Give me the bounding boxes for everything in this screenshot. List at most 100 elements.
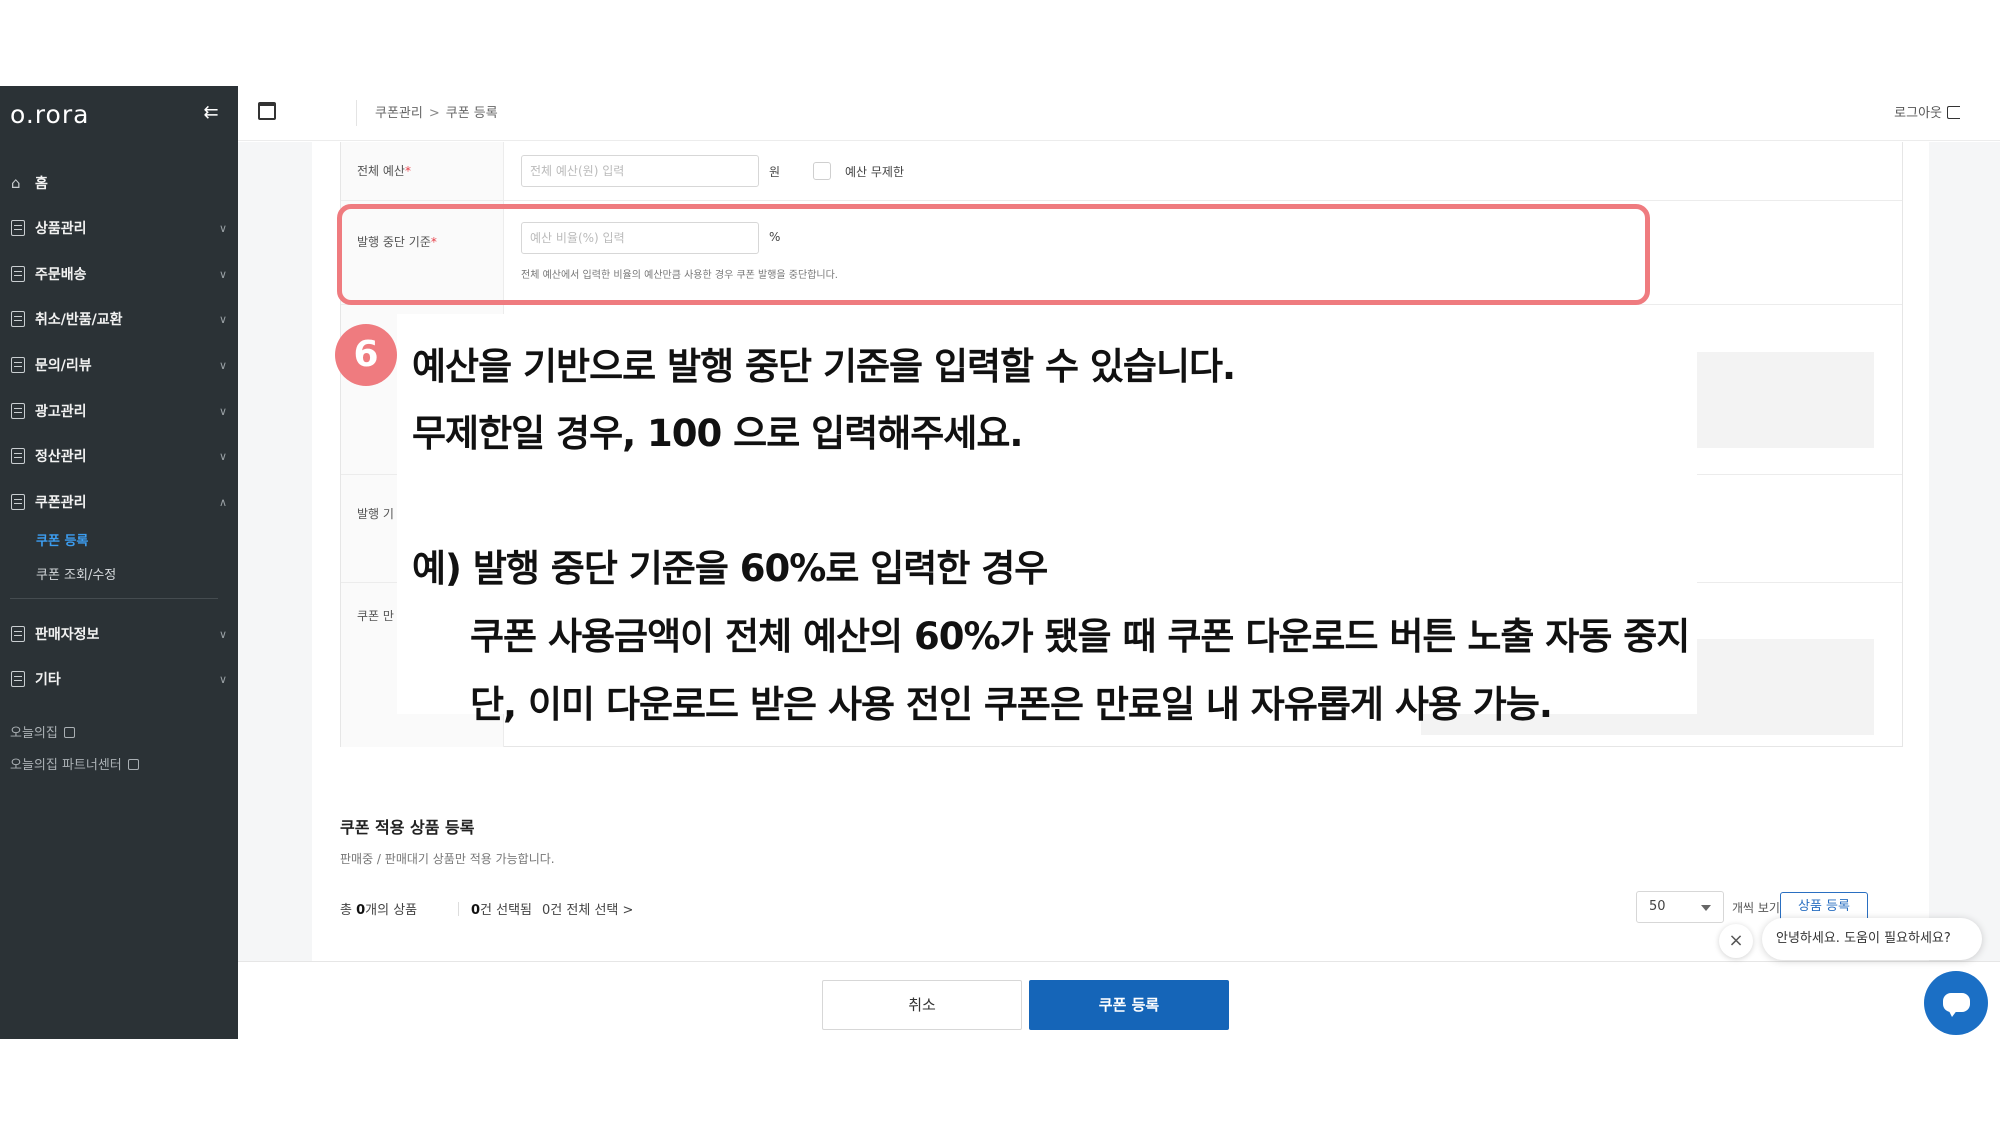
section-description: 판매중 / 판매대기 상품만 적용 가능합니다. bbox=[340, 852, 555, 866]
caret-down-icon bbox=[1701, 905, 1711, 911]
annotation-line: 쿠폰 사용금액이 전체 예산의 60%가 됐을 때 쿠폰 다운로드 버튼 노출 … bbox=[470, 615, 1690, 658]
sidebar-item-seller-info[interactable]: 판매자정보 ∨ bbox=[0, 614, 238, 654]
logout-button[interactable]: 로그아웃 bbox=[1894, 102, 1960, 121]
sidebar-item-ads[interactable]: 광고관리 ∨ bbox=[0, 391, 238, 431]
close-icon[interactable]: × bbox=[1719, 924, 1753, 958]
sidebar-subitem-coupon-search[interactable]: 쿠폰 조회/수정 bbox=[36, 564, 116, 583]
divider bbox=[10, 598, 218, 599]
divider bbox=[458, 902, 459, 916]
sidebar-item-inquiries[interactable]: 문의/리뷰 ∨ bbox=[0, 345, 238, 385]
sidebar-item-settlement[interactable]: 정산관리 ∨ bbox=[0, 436, 238, 476]
field-label-text: 전체 예산 bbox=[357, 164, 405, 178]
external-link-icon bbox=[63, 727, 75, 738]
sidebar-item-label: 상품관리 bbox=[35, 221, 87, 237]
breadcrumb-item: 쿠폰 등록 bbox=[445, 106, 498, 121]
document-icon bbox=[11, 357, 25, 373]
chevron-down-icon: ∨ bbox=[218, 672, 228, 686]
sidebar-item-label: 광고관리 bbox=[35, 404, 87, 420]
sidebar-item-label: 주문배송 bbox=[35, 267, 87, 283]
sidebar-item-label: 정산관리 bbox=[35, 449, 87, 465]
document-icon bbox=[11, 220, 25, 236]
home-icon: ⌂ bbox=[11, 174, 21, 192]
step-badge: 6 bbox=[335, 324, 397, 386]
select-all-link[interactable]: 0건 전체 선택 > bbox=[542, 903, 633, 918]
logout-label: 로그아웃 bbox=[1894, 106, 1942, 121]
sidebar-item-label: 문의/리뷰 bbox=[35, 358, 92, 374]
form-row-total-budget: 전체 예산* 전체 예산(원) 입력 원 예산 무제한 bbox=[341, 142, 1902, 201]
sidebar-subitem-coupon-register[interactable]: 쿠폰 등록 bbox=[36, 530, 88, 549]
sidebar-item-label: 기타 bbox=[35, 672, 61, 688]
chevron-down-icon: ∨ bbox=[218, 627, 228, 641]
breadcrumb: 쿠폰관리 > 쿠폰 등록 bbox=[375, 102, 498, 121]
count-suffix: 개의 상품 bbox=[365, 903, 418, 918]
sidebar-item-home[interactable]: ⌂ 홈 bbox=[0, 163, 238, 203]
product-count: 총 0개의 상품 bbox=[340, 899, 417, 918]
total-budget-input[interactable]: 전체 예산(원) 입력 bbox=[521, 155, 759, 187]
chevron-down-icon: ∨ bbox=[218, 358, 228, 372]
chevron-up-icon: ∧ bbox=[218, 495, 228, 509]
chat-greeting[interactable]: 안녕하세요. 도움이 필요하세요? bbox=[1762, 918, 1982, 960]
chevron-down-icon: ∨ bbox=[218, 404, 228, 418]
action-bar: 취소 쿠폰 등록 bbox=[238, 961, 2000, 1039]
document-icon bbox=[11, 494, 25, 510]
document-icon bbox=[11, 311, 25, 327]
section-title: 쿠폰 적용 상품 등록 bbox=[340, 818, 475, 837]
sidebar-item-coupons[interactable]: 쿠폰관리 ∧ bbox=[0, 482, 238, 522]
selection-status: 0건 선택됨 0건 전체 선택 > bbox=[458, 899, 633, 918]
chevron-down-icon: ∨ bbox=[218, 312, 228, 326]
field-label: 전체 예산* bbox=[341, 142, 504, 200]
selected-count: 0 bbox=[471, 903, 481, 918]
external-link-ohouse[interactable]: 오늘의집 bbox=[10, 722, 75, 741]
annotation-line: 예) 발행 중단 기준을 60%로 입력한 경우 bbox=[412, 547, 1048, 590]
sidebar: o.rora ⇇ ⌂ 홈 상품관리 ∨ 주문배송 ∨ 취소/반품/교환 ∨ 문의… bbox=[0, 86, 238, 1039]
chevron-down-icon: ∨ bbox=[218, 267, 228, 281]
document-icon bbox=[11, 266, 25, 282]
logo: o.rora bbox=[10, 100, 90, 129]
document-icon bbox=[11, 448, 25, 464]
register-coupon-button[interactable]: 쿠폰 등록 bbox=[1029, 980, 1229, 1030]
sidebar-item-products[interactable]: 상품관리 ∨ bbox=[0, 208, 238, 248]
selected-suffix: 건 선택됨 bbox=[480, 903, 533, 918]
unlimited-budget-checkbox[interactable] bbox=[813, 162, 831, 180]
annotation-panel: 예산을 기반으로 발행 중단 기준을 입력할 수 있습니다. 무제한일 경우, … bbox=[397, 314, 1697, 726]
annotation-line: 예산을 기반으로 발행 중단 기준을 입력할 수 있습니다. bbox=[412, 345, 1236, 388]
highlight-box bbox=[337, 204, 1650, 305]
chevron-down-icon: ∨ bbox=[218, 221, 228, 235]
chevron-down-icon: ∨ bbox=[218, 449, 228, 463]
unlimited-budget-label: 예산 무제한 bbox=[845, 165, 905, 179]
divider bbox=[356, 100, 357, 126]
chat-bubble-icon[interactable] bbox=[1924, 971, 1988, 1035]
document-icon bbox=[11, 671, 25, 687]
page-size-value: 50 bbox=[1649, 899, 1666, 914]
annotation-line: 단, 이미 다운로드 받은 사용 전인 쿠폰은 만료일 내 자유롭게 사용 가능… bbox=[470, 683, 1553, 726]
count-prefix: 총 bbox=[340, 903, 357, 918]
sidebar-item-label: 판매자정보 bbox=[35, 627, 100, 643]
document-icon bbox=[11, 403, 25, 419]
collapse-left-icon[interactable]: ⇇ bbox=[200, 102, 222, 124]
top-header: 쿠폰관리 > 쿠폰 등록 로그아웃 bbox=[238, 86, 2000, 141]
page-size-select[interactable]: 50 bbox=[1636, 891, 1724, 923]
document-icon bbox=[11, 626, 25, 642]
app-window: o.rora ⇇ ⌂ 홈 상품관리 ∨ 주문배송 ∨ 취소/반품/교환 ∨ 문의… bbox=[0, 86, 2000, 1039]
view-count-label: 개씩 보기 bbox=[1732, 901, 1780, 915]
annotation-line: 무제한일 경우, 100 으로 입력해주세요. bbox=[412, 412, 1023, 455]
sidebar-item-returns[interactable]: 취소/반품/교환 ∨ bbox=[0, 299, 238, 339]
logout-icon bbox=[1947, 106, 1960, 119]
sidebar-item-label: 홈 bbox=[35, 176, 48, 192]
sidebar-item-etc[interactable]: 기타 ∨ bbox=[0, 659, 238, 699]
breadcrumb-separator: > bbox=[428, 106, 440, 121]
breadcrumb-item[interactable]: 쿠폰관리 bbox=[375, 106, 423, 121]
external-link-partner-center[interactable]: 오늘의집 파트너센터 bbox=[10, 754, 139, 773]
external-link-icon bbox=[127, 759, 139, 770]
cancel-button[interactable]: 취소 bbox=[822, 980, 1022, 1030]
sidebar-item-orders[interactable]: 주문배송 ∨ bbox=[0, 254, 238, 294]
external-link-label: 오늘의집 파트너센터 bbox=[10, 758, 122, 773]
sidebar-item-label: 쿠폰관리 bbox=[35, 495, 87, 511]
external-link-label: 오늘의집 bbox=[10, 726, 58, 741]
count-value: 0 bbox=[356, 903, 366, 918]
required-mark: * bbox=[404, 164, 411, 178]
chat-bubble-tail bbox=[1948, 1009, 1958, 1017]
sidebar-item-label: 취소/반품/교환 bbox=[35, 312, 123, 328]
unit-label: 원 bbox=[769, 165, 781, 179]
store-icon[interactable] bbox=[258, 102, 276, 120]
